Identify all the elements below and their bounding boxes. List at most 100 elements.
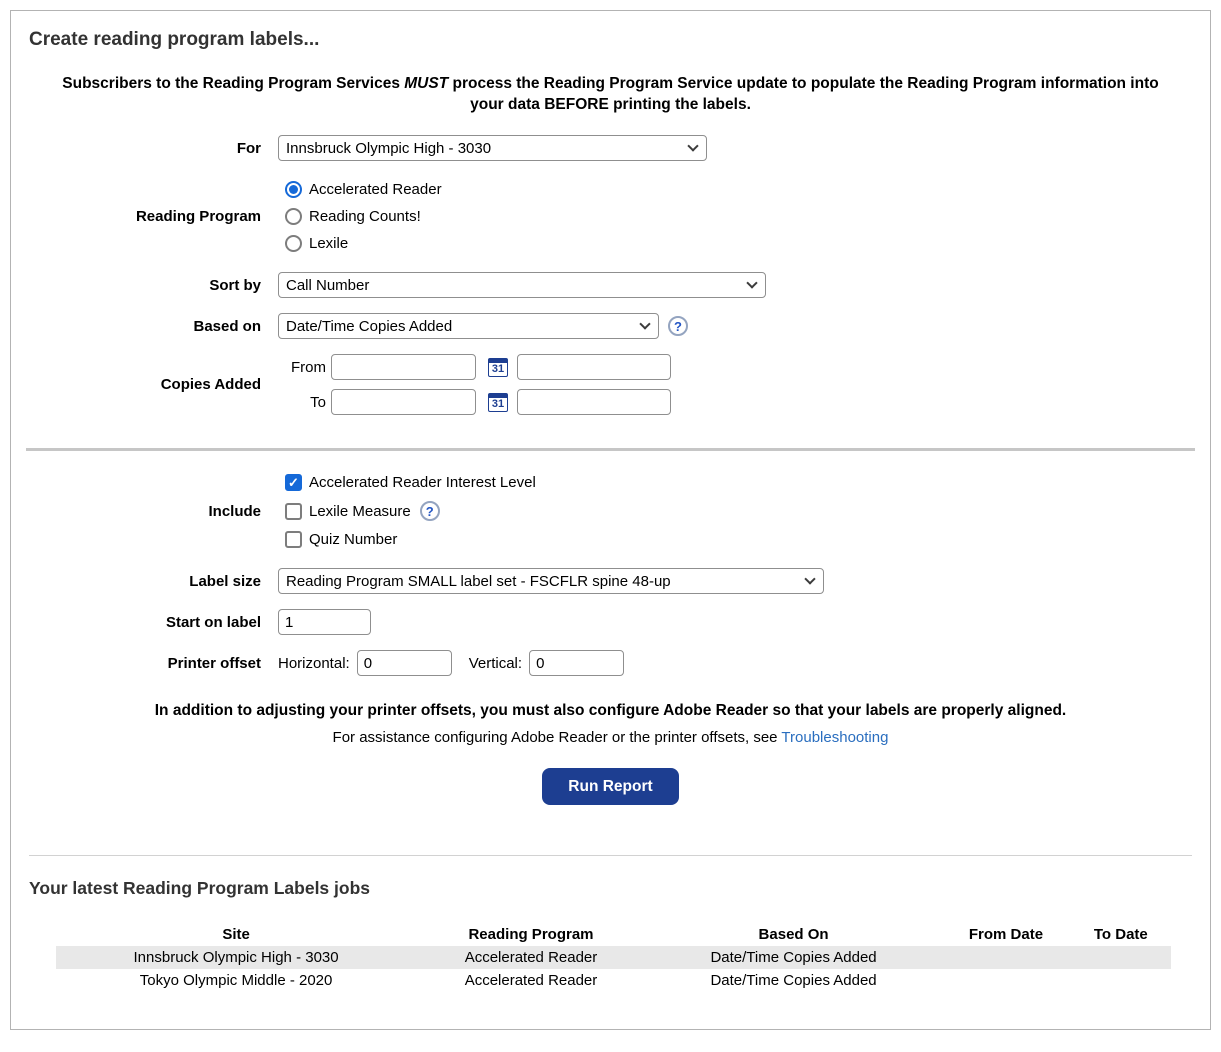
copies-added-row: Copies Added From 31 To 31 [29, 354, 1192, 415]
calendar-icon[interactable]: 31 [488, 393, 508, 412]
help-icon[interactable]: ? [668, 316, 688, 336]
assistance-note: For assistance configuring Adobe Reader … [29, 729, 1192, 746]
jobs-heading: Your latest Reading Program Labels jobs [29, 878, 1192, 899]
jobs-column-header-from-date: From Date [941, 923, 1070, 946]
radio-option-reading-counts[interactable]: Reading Counts! [285, 208, 1192, 225]
start-on-label-label: Start on label [29, 613, 261, 632]
troubleshooting-link[interactable]: Troubleshooting [781, 729, 888, 746]
alignment-note: In addition to adjusting your printer of… [35, 702, 1186, 720]
based-on-select[interactable]: Date/Time Copies Added [278, 313, 659, 339]
checkbox-checked-icon[interactable]: ✓ [285, 474, 302, 491]
reading-program-row: Reading Program Accelerated Reader Readin… [29, 176, 1192, 257]
start-on-label-input[interactable] [278, 609, 371, 635]
jobs-column-header-site: Site [56, 923, 416, 946]
jobs-column-header-based-on: Based On [646, 923, 941, 946]
calendar-icon[interactable]: 31 [488, 358, 508, 377]
jobs-table-row: Tokyo Olympic Middle - 2020Accelerated R… [56, 969, 1171, 992]
sort-by-select[interactable]: Call Number [278, 272, 766, 298]
jobs-cell-reading-program: Accelerated Reader [416, 946, 646, 969]
site-select[interactable]: Innsbruck Olympic High - 3030 [278, 135, 707, 161]
checkbox-option-label: Accelerated Reader Interest Level [309, 474, 536, 491]
based-on-label: Based on [29, 317, 261, 336]
jobs-cell-site: Tokyo Olympic Middle - 2020 [56, 969, 416, 992]
jobs-table-body: Innsbruck Olympic High - 3030Accelerated… [56, 946, 1171, 992]
vertical-offset-input[interactable] [529, 650, 624, 676]
reading-program-label: Reading Program [29, 207, 261, 226]
intro-emphasis-must: MUST [404, 75, 448, 92]
checkbox-option-label: Lexile Measure [309, 503, 411, 520]
based-on-select-value: Date/Time Copies Added [286, 318, 452, 335]
create-reading-program-labels-panel: Create reading program labels... Subscri… [10, 10, 1211, 1030]
for-label: For [29, 139, 261, 158]
include-row: Include ✓ Accelerated Reader Interest Lev… [29, 469, 1192, 553]
radio-unselected-icon[interactable] [285, 208, 302, 225]
checkbox-unchecked-icon[interactable] [285, 503, 302, 520]
intro-part: printing the labels. [609, 96, 751, 113]
horizontal-label: Horizontal: [278, 655, 350, 672]
jobs-cell-to-date [1071, 946, 1171, 969]
for-row: For Innsbruck Olympic High - 3030 [29, 135, 1192, 161]
run-report-button[interactable]: Run Report [542, 768, 678, 805]
sort-by-row: Sort by Call Number [29, 272, 1192, 298]
to-time-input[interactable] [517, 389, 671, 415]
jobs-cell-based-on: Date/Time Copies Added [646, 946, 941, 969]
horizontal-offset-input[interactable] [357, 650, 452, 676]
start-on-label-row: Start on label [29, 609, 1192, 635]
site-select-value: Innsbruck Olympic High - 3030 [286, 140, 491, 157]
from-label: From [278, 359, 326, 376]
printer-offset-row: Printer offset Horizontal: Vertical: [29, 650, 1192, 676]
jobs-cell-to-date [1071, 969, 1171, 992]
reading-program-radio-group: Accelerated Reader Reading Counts! Lexile [278, 176, 1192, 257]
chevron-down-icon [687, 140, 698, 151]
printer-offset-label: Printer offset [29, 654, 261, 673]
copies-added-from-row: From 31 [278, 354, 1192, 380]
sort-by-select-value: Call Number [286, 277, 369, 294]
radio-option-label: Accelerated Reader [309, 181, 442, 198]
intro-emphasis-before: BEFORE [544, 96, 609, 113]
checkbox-unchecked-icon[interactable] [285, 531, 302, 548]
jobs-table-header-row: SiteReading ProgramBased OnFrom DateTo D… [56, 923, 1171, 946]
checkbox-option-lexile-measure[interactable]: Lexile Measure? [285, 501, 1192, 521]
radio-option-label: Reading Counts! [309, 208, 421, 225]
vertical-label: Vertical: [469, 655, 522, 672]
label-size-select[interactable]: Reading Program SMALL label set - FSCFLR… [278, 568, 824, 594]
copies-added-to-row: To 31 [278, 389, 1192, 415]
to-label: To [278, 394, 326, 411]
based-on-row: Based on Date/Time Copies Added ? [29, 313, 1192, 339]
latest-jobs-section: Your latest Reading Program Labels jobs … [11, 856, 1210, 1006]
to-date-input[interactable] [331, 389, 476, 415]
assistance-text: For assistance configuring Adobe Reader … [333, 729, 782, 746]
chevron-down-icon [746, 277, 757, 288]
page-title: Create reading program labels... [29, 29, 1192, 51]
jobs-column-header-to-date: To Date [1071, 923, 1171, 946]
jobs-cell-from-date [941, 946, 1070, 969]
intro-part: Subscribers to the Reading Program Servi… [62, 75, 404, 92]
include-label: Include [29, 502, 261, 521]
label-size-label: Label size [29, 572, 261, 591]
jobs-cell-site: Innsbruck Olympic High - 3030 [56, 946, 416, 969]
sort-by-label: Sort by [29, 276, 261, 295]
checkbox-option-accelerated-reader-interest-level[interactable]: ✓ Accelerated Reader Interest Level [285, 474, 1192, 491]
radio-unselected-icon[interactable] [285, 235, 302, 252]
radio-option-lexile[interactable]: Lexile [285, 235, 1192, 252]
label-options-section: Create reading program labels... Subscri… [11, 11, 1210, 434]
checkbox-option-quiz-number[interactable]: Quiz Number [285, 531, 1192, 548]
label-size-row: Label size Reading Program SMALL label s… [29, 568, 1192, 594]
chevron-down-icon [804, 573, 815, 584]
jobs-cell-based-on: Date/Time Copies Added [646, 969, 941, 992]
jobs-cell-reading-program: Accelerated Reader [416, 969, 646, 992]
jobs-table: SiteReading ProgramBased OnFrom DateTo D… [56, 923, 1171, 992]
from-date-input[interactable] [331, 354, 476, 380]
radio-selected-icon[interactable] [285, 181, 302, 198]
from-time-input[interactable] [517, 354, 671, 380]
jobs-cell-from-date [941, 969, 1070, 992]
chevron-down-icon [639, 318, 650, 329]
radio-option-accelerated-reader[interactable]: Accelerated Reader [285, 181, 1192, 198]
label-size-select-value: Reading Program SMALL label set - FSCFLR… [286, 573, 671, 590]
copies-added-label: Copies Added [29, 375, 261, 394]
jobs-column-header-reading-program: Reading Program [416, 923, 646, 946]
jobs-table-row: Innsbruck Olympic High - 3030Accelerated… [56, 946, 1171, 969]
checkbox-option-label: Quiz Number [309, 531, 397, 548]
help-icon[interactable]: ? [420, 501, 440, 521]
include-checkbox-group: ✓ Accelerated Reader Interest Level Lexile… [278, 469, 1192, 553]
